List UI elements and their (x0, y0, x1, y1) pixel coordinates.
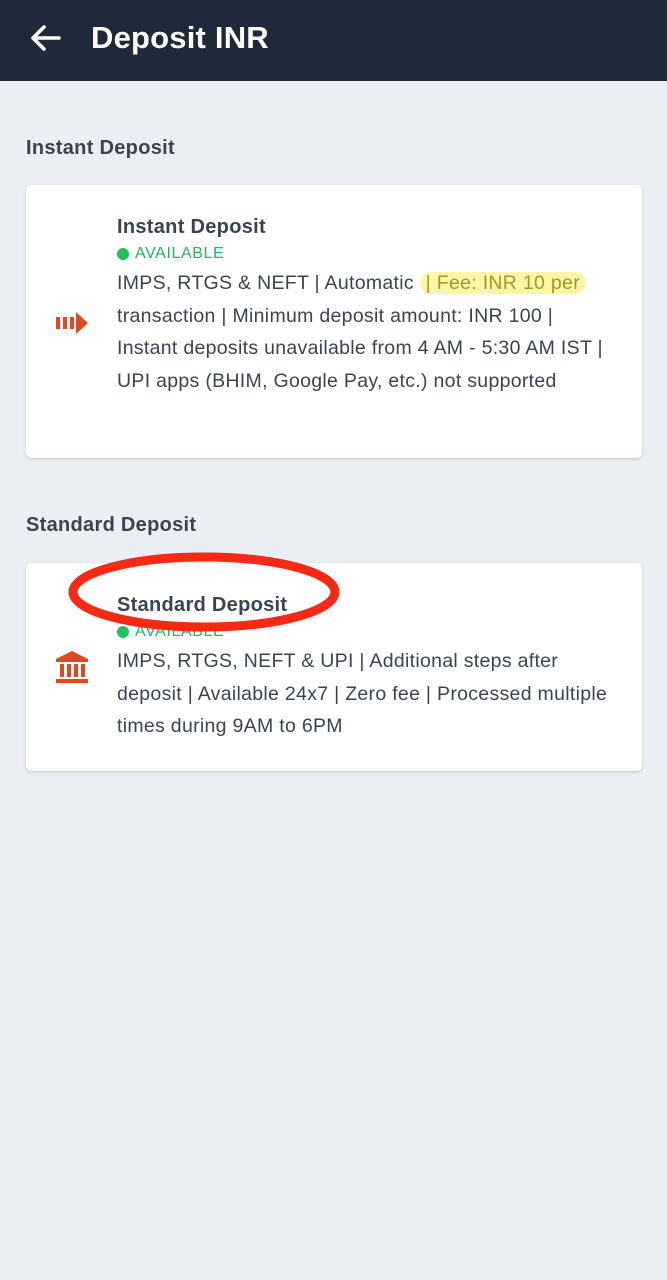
card-description: IMPS, RTGS, NEFT & UPI | Additional step… (117, 650, 608, 737)
status-label: AVAILABLE (135, 245, 225, 262)
status-badge: AVAILABLE (117, 621, 617, 643)
instant-deposit-card[interactable]: Instant Deposit AVAILABLE IMPS, RTGS & N… (26, 185, 642, 458)
fast-forward-arrow-icon (54, 305, 90, 341)
standard-deposit-card[interactable]: Standard Deposit AVAILABLE IMPS, RTGS, N… (26, 563, 642, 771)
bank-icon (54, 649, 90, 685)
section-heading-standard: Standard Deposit (26, 514, 197, 536)
instant-deposit-body: Instant Deposit AVAILABLE IMPS, RTGS & N… (117, 213, 617, 397)
standard-deposit-body: Standard Deposit AVAILABLE IMPS, RTGS, N… (117, 591, 617, 743)
fee-highlight: | Fee: INR 10 per (419, 272, 586, 294)
card-description: IMPS, RTGS & NEFT | Automatic | Fee: INR… (117, 267, 617, 397)
status-dot-icon (117, 248, 129, 260)
status-badge: AVAILABLE (117, 243, 617, 265)
card-title: Instant Deposit (117, 216, 266, 238)
app-bar: Deposit INR (0, 0, 667, 81)
section-heading-instant: Instant Deposit (26, 137, 175, 159)
desc-part-2: transaction | Minimum deposit amount: IN… (117, 304, 603, 392)
back-button[interactable] (26, 18, 66, 58)
desc-part-1: IMPS, RTGS & NEFT | Automatic (117, 272, 420, 294)
status-label: AVAILABLE (135, 623, 225, 640)
arrow-left-icon (31, 25, 61, 51)
card-title: Standard Deposit (117, 594, 288, 616)
page-title: Deposit INR (91, 20, 269, 55)
status-dot-icon (117, 626, 129, 638)
